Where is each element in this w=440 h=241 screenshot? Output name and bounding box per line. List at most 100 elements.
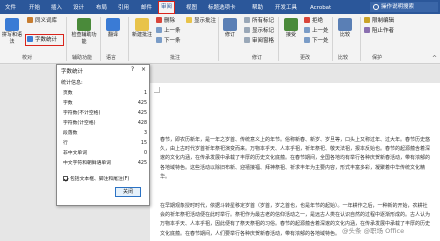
show-markup-dropdown[interactable]: 显示标记 [244, 27, 274, 36]
margin-corner-mark [154, 87, 160, 93]
delete-icon [156, 17, 162, 23]
tab-mailings[interactable]: 邮件 [139, 3, 154, 13]
stat-row: 页数 1 [63, 90, 147, 98]
group-label-changes: 更改 [300, 55, 311, 61]
track-changes-icon [223, 18, 237, 31]
tab-custom[interactable]: 视图 [184, 3, 199, 13]
stat-value: 15 [140, 141, 147, 146]
stat-row: 非中文单词 0 [63, 150, 147, 158]
stat-value: 425 [137, 101, 147, 106]
translate-icon [106, 18, 120, 31]
stat-value: 425 [137, 161, 147, 166]
group-separator [332, 17, 333, 61]
next-change-button[interactable]: 下一处 [304, 37, 329, 46]
previous-change-button[interactable]: 上一处 [304, 27, 329, 36]
stat-label: 页数 [63, 91, 73, 96]
next-comment-button[interactable]: 下一条 [156, 37, 181, 46]
new-comment-button[interactable]: 新建批注 [131, 18, 153, 39]
group-label-tracking: 修订 [252, 55, 263, 61]
tab-design[interactable]: 设计 [71, 3, 86, 13]
tab-references[interactable]: 引用 [116, 3, 131, 13]
help-icon[interactable]: ? [131, 66, 134, 73]
group-label-language: 语言 [106, 55, 117, 61]
compare-icon [338, 18, 352, 31]
checkbox-checked-icon[interactable] [63, 176, 68, 181]
spelling-check-icon [5, 18, 19, 31]
document-paragraph[interactable]: 春节，即农历新年，是一年之岁首、传统意义上的年节。俗称新春、新岁、岁旦等，口头上… [160, 136, 432, 182]
stat-label: 行 [63, 141, 68, 146]
previous-change-icon [304, 27, 310, 33]
stat-row: 字数 425 [63, 100, 147, 108]
tab-heading-options[interactable]: 标题选项卡 [206, 3, 238, 13]
next-icon [156, 37, 162, 43]
tab-acrobat[interactable]: Acrobat [308, 3, 333, 13]
reject-change-button[interactable]: 拒绝 [304, 17, 323, 26]
reviewing-pane-dropdown[interactable]: 审阅窗格 [244, 37, 274, 46]
accept-icon [284, 18, 298, 31]
statistics-label: 统计信息: [61, 80, 83, 86]
stat-label: 字符数(不计空格) [63, 111, 101, 116]
tab-review[interactable]: 审阅 [158, 1, 176, 14]
tell-me-search[interactable]: 操作说明搜索 [370, 2, 438, 12]
reject-icon [304, 17, 310, 23]
group-separator [278, 17, 279, 61]
group-label-protect: 保护 [372, 55, 383, 61]
group-label-compare: 比较 [338, 55, 349, 61]
dialog-title: 字数统计 [61, 69, 84, 75]
ribbon-review: 拼写和语法 同义词库 字数统计 校对 检查辅助功能 辅助功能 翻译 语言 新建批… [0, 14, 440, 64]
checkbox-label: 包括文本框、脚注和尾注(F) [70, 177, 130, 182]
previous-icon [156, 27, 162, 33]
group-separator [218, 17, 219, 61]
reviewing-pane-icon [244, 37, 250, 43]
include-textboxes-checkbox[interactable]: 包括文本框、脚注和尾注(F) [63, 176, 147, 184]
tab-developer[interactable]: 开发工具 [273, 3, 299, 13]
accept-change-button[interactable]: 接受 [282, 18, 300, 39]
document-page[interactable]: 春节，即农历新年，是一年之岁首、传统意义上的年节。俗称新春、新岁、岁旦等，口头上… [150, 83, 440, 241]
stat-label: 非中文单词 [63, 151, 87, 156]
delete-comment-button[interactable]: 删除 [156, 17, 175, 26]
previous-comment-button[interactable]: 上一条 [156, 27, 181, 36]
group-label-comments: 批注 [170, 55, 181, 61]
stat-label: 段落数 [63, 131, 78, 136]
block-authors-button[interactable]: 阻止作者 [364, 27, 394, 36]
close-icon[interactable]: × [141, 66, 146, 73]
block-authors-icon [364, 27, 370, 33]
markup-icon [244, 17, 250, 23]
group-label-accessibility: 辅助功能 [72, 55, 93, 61]
new-comment-icon [135, 18, 149, 31]
tab-file[interactable]: 文件 [3, 3, 18, 13]
thesaurus-icon [27, 17, 33, 23]
stat-value: 0 [143, 151, 147, 156]
group-label-proofing: 校对 [22, 55, 33, 61]
stat-value: 1 [143, 91, 147, 96]
collapse-ribbon-icon[interactable]: ^ [432, 55, 437, 62]
translate-button[interactable]: 翻译 [104, 18, 122, 39]
compare-button[interactable]: 比较 [336, 18, 354, 39]
group-separator [66, 17, 67, 61]
spelling-grammar-button[interactable]: 拼写和语法 [2, 18, 22, 46]
check-accessibility-button[interactable]: 检查辅助功能 [70, 18, 98, 46]
thesaurus-button[interactable]: 同义词库 [27, 17, 57, 26]
tab-home[interactable]: 开始 [27, 3, 42, 13]
lock-icon [364, 17, 370, 23]
group-separator [100, 17, 101, 61]
stat-label: 字符数(计空格) [63, 121, 96, 126]
show-markup-icon [244, 27, 250, 33]
all-markup-dropdown[interactable]: 所有标记 [244, 17, 274, 26]
stat-value: 3 [143, 131, 147, 136]
tab-layout[interactable]: 布局 [94, 3, 109, 13]
show-comments-button[interactable]: 显示批注 [186, 17, 216, 26]
stat-row: 字符数(计空格) 428 [63, 120, 147, 128]
word-count-highlight [25, 34, 64, 46]
track-changes-button[interactable]: 修订 [221, 18, 239, 39]
restrict-editing-button[interactable]: 限制编辑 [364, 17, 394, 26]
next-change-icon [304, 37, 310, 43]
close-button[interactable]: 关闭 [115, 187, 141, 197]
watermark: @头条 @职场 Office [342, 227, 405, 235]
tab-insert[interactable]: 插入 [49, 3, 64, 13]
word-count-dialog: 字数统计 ? × 统计信息: 页数 1 字数 425 字符数(不计空格) 425… [56, 64, 150, 206]
tab-help[interactable]: 帮助 [250, 3, 265, 13]
stat-row: 字符数(不计空格) 425 [63, 110, 147, 118]
stat-label: 字数 [63, 101, 73, 106]
stat-value: 425 [137, 111, 147, 116]
